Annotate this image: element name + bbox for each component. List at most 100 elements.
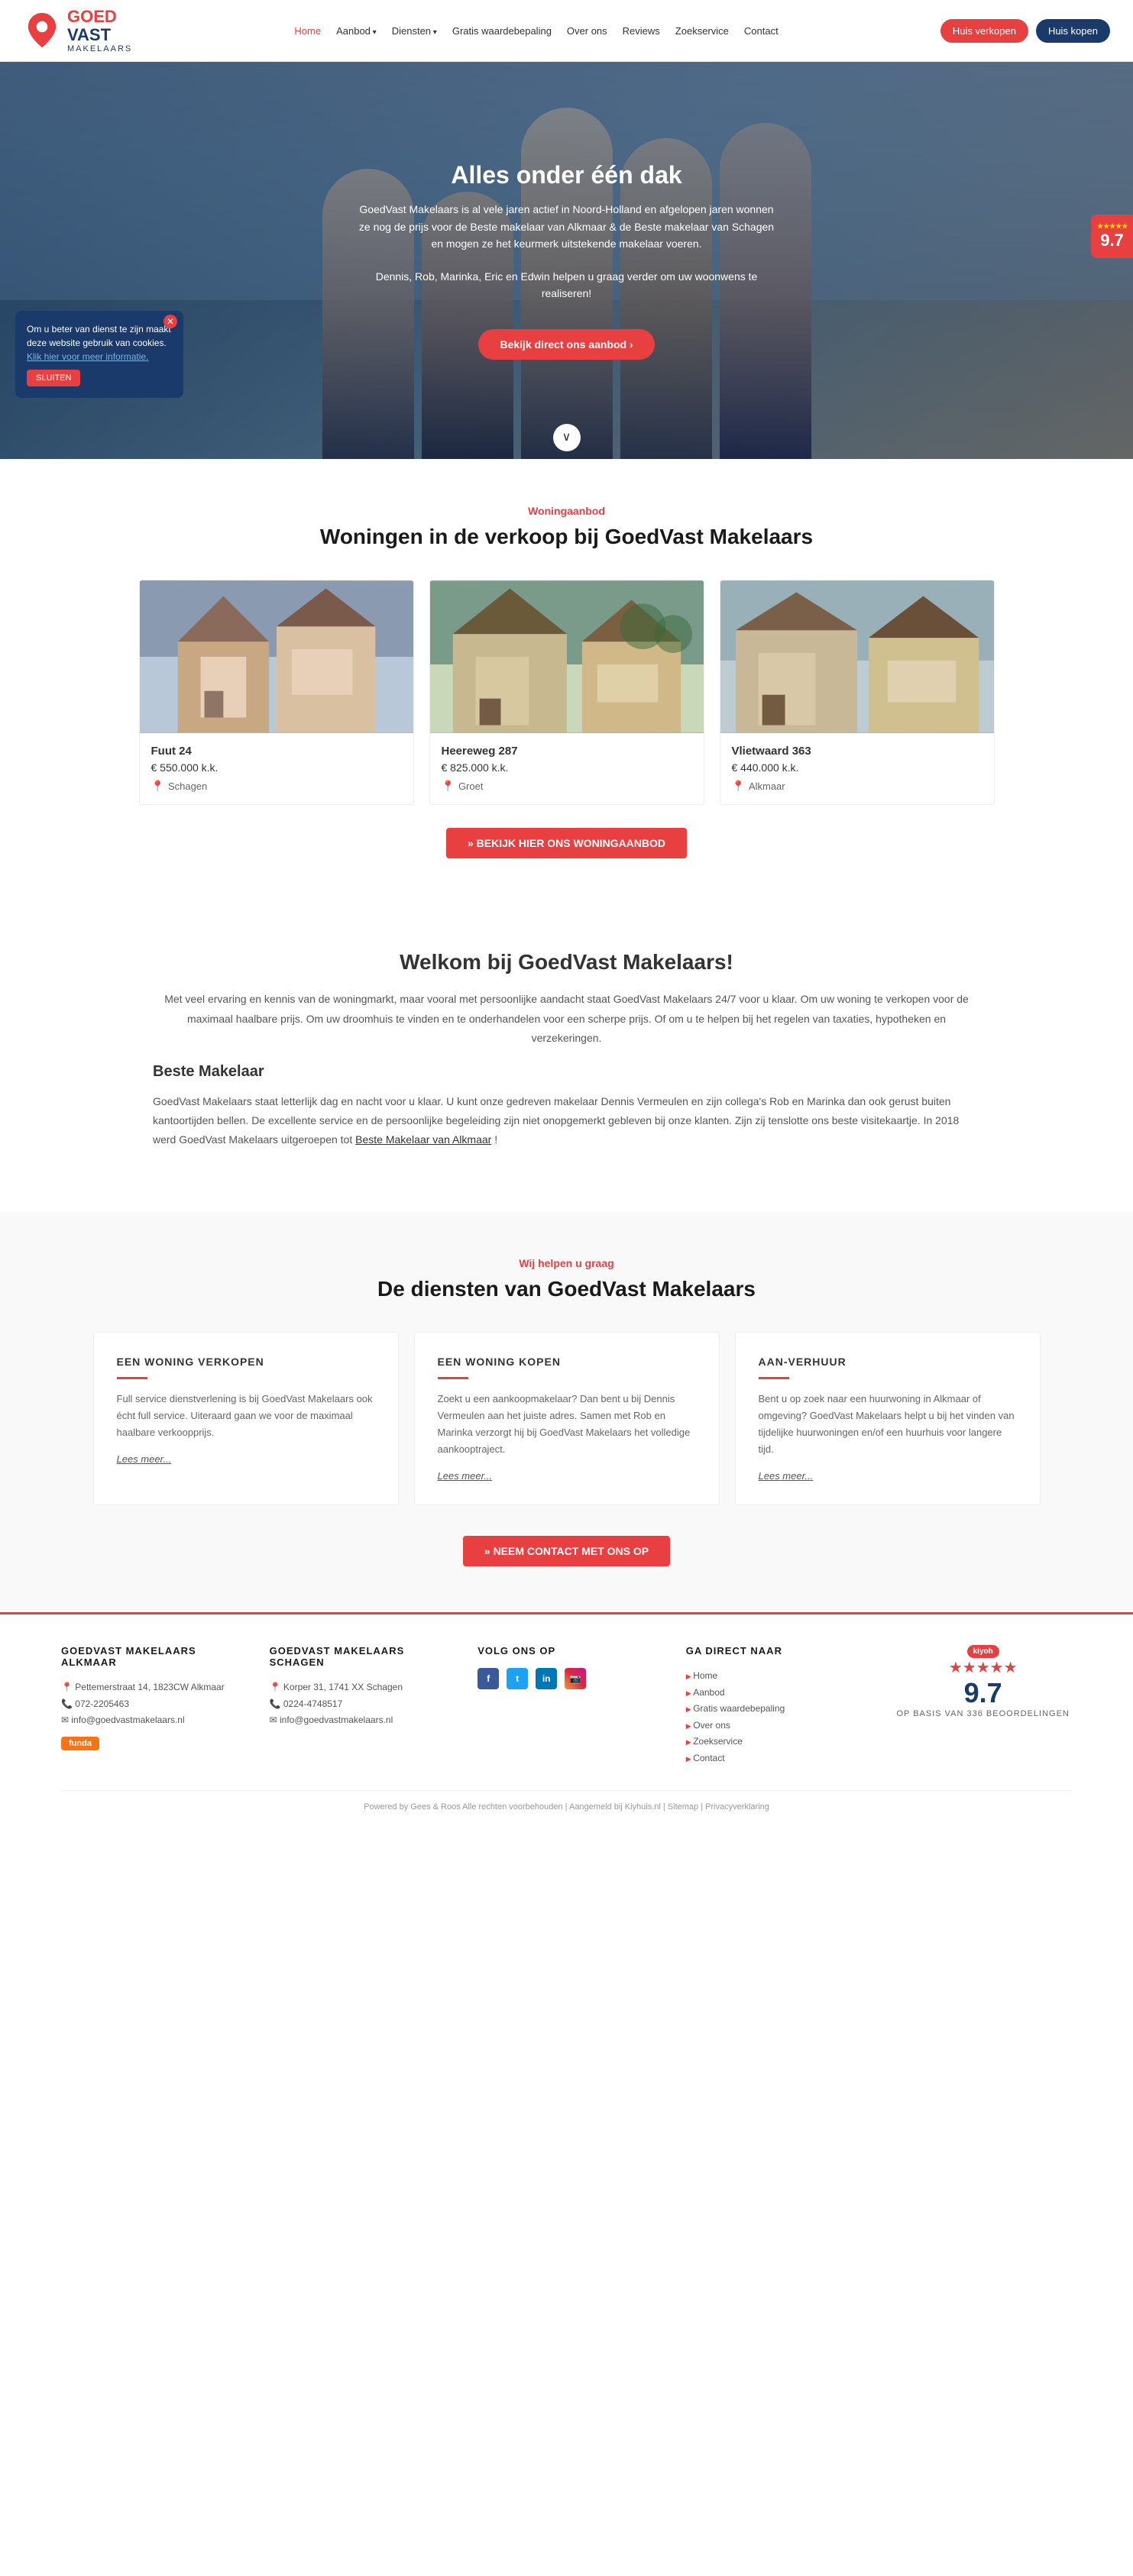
- footer-link-home[interactable]: Home: [686, 1668, 864, 1685]
- dienst-verhuur-link[interactable]: Lees meer...: [759, 1470, 814, 1482]
- footer-link-over-ons[interactable]: Over ons: [686, 1718, 864, 1734]
- contact-button[interactable]: » NEEM CONTACT MET ONS OP: [463, 1536, 670, 1566]
- footer-link-zoekservice[interactable]: Zoekservice: [686, 1734, 864, 1750]
- footer-bottom: Powered by Gees & Roos Alle rechten voor…: [61, 1790, 1072, 1812]
- diensten-title: De diensten van GoedVast Makelaars: [61, 1277, 1072, 1301]
- property-city-1: Schagen: [168, 781, 207, 792]
- footer-link-gratis[interactable]: Gratis waardebepaling: [686, 1701, 864, 1718]
- chevron-down-icon: ∨: [553, 424, 581, 451]
- dienst-verkopen-link[interactable]: Lees meer...: [117, 1453, 172, 1465]
- footer-alkmaar-title: GOEDVAST MAKELAARS ALKMAAR: [61, 1645, 239, 1668]
- footer-alkmaar-email[interactable]: ✉ info@goedvastmakelaars.nl: [61, 1712, 239, 1729]
- huis-verkopen-button[interactable]: Huis verkopen: [940, 19, 1028, 43]
- nav-home[interactable]: Home: [294, 25, 321, 37]
- diensten-label: Wij helpen u graag: [61, 1257, 1072, 1269]
- beste-makelaar-text: GoedVast Makelaars staat letterlijk dag …: [153, 1092, 980, 1150]
- dienst-kopen-text: Zoekt u een aankoopmakelaar? Dan bent u …: [438, 1391, 696, 1458]
- woningaanbod-label: Woningaanbod: [76, 505, 1057, 517]
- nav-reviews[interactable]: Reviews: [623, 25, 660, 37]
- dienst-card-kopen: EEN WONING KOPEN Zoekt u een aankoopmake…: [414, 1332, 720, 1505]
- facebook-button[interactable]: f: [477, 1668, 499, 1689]
- footer-rating-col: kiyoh ★★★★★ 9.7 OP BASIS VAN 336 BEOORDE…: [894, 1645, 1072, 1767]
- logo-makelaars: MAKELAARS: [67, 44, 132, 53]
- nav-diensten[interactable]: Diensten: [392, 25, 437, 37]
- dienst-card-verkopen: EEN WONING VERKOPEN Full service dienstv…: [93, 1332, 399, 1505]
- footer-link-aanbod[interactable]: Aanbod: [686, 1685, 864, 1702]
- dienst-verhuur-text: Bent u op zoek naar een huurwoning in Al…: [759, 1391, 1017, 1458]
- cookie-text: Om u beter van dienst te zijn maakt deze…: [27, 322, 172, 350]
- property-house-svg-2: [430, 580, 704, 733]
- footer-schagen: GOEDVAST MAKELAARS SCHAGEN 📍 Korper 31, …: [270, 1645, 448, 1767]
- footer-ga-title: GA DIRECT NAAR: [686, 1645, 864, 1656]
- kiyoh-badge: kiyoh: [894, 1645, 1072, 1658]
- rating-stars: ★★★★★: [1097, 222, 1127, 231]
- nav-zoekservice[interactable]: Zoekservice: [675, 25, 729, 37]
- property-info-2: Heereweg 287 € 825.000 k.k. 📍 Groet: [430, 733, 704, 804]
- hero-cta-button[interactable]: Bekijk direct ons aanbod ›: [478, 329, 654, 360]
- cookie-link[interactable]: Klik hier voor meer informatie.: [27, 351, 148, 362]
- property-city-2: Groet: [458, 781, 484, 792]
- logo-goed: GOED: [67, 8, 132, 26]
- address-pin-icon-2: 📍: [270, 1682, 281, 1692]
- hero-content: Alles onder één dak GoedVast Makelaars i…: [338, 146, 796, 375]
- property-price-1: € 550.000 k.k.: [151, 761, 402, 774]
- diensten-section: Wij helpen u graag De diensten van GoedV…: [0, 1211, 1133, 1612]
- dienst-divider-1: [117, 1377, 147, 1379]
- property-info-3: Vlietwaard 363 € 440.000 k.k. 📍 Alkmaar: [720, 733, 994, 804]
- property-price-3: € 440.000 k.k.: [732, 761, 982, 774]
- footer-schagen-email[interactable]: ✉ info@goedvastmakelaars.nl: [270, 1712, 448, 1729]
- beste-makelaar-link[interactable]: Beste Makelaar van Alkmaar: [355, 1133, 491, 1146]
- dienst-kopen-link[interactable]: Lees meer...: [438, 1470, 493, 1482]
- footer-schagen-phone[interactable]: 📞 0224-4748517: [270, 1696, 448, 1713]
- location-pin-icon-1: 📍: [151, 780, 164, 793]
- dienst-verhuur-title: AAN-VERHUUR: [759, 1356, 1017, 1368]
- nav-contact[interactable]: Contact: [744, 25, 779, 37]
- properties-grid: Fuut 24 € 550.000 k.k. 📍 Schagen: [76, 580, 1057, 805]
- site-footer: GOEDVAST MAKELAARS ALKMAAR 📍 Pettemerstr…: [0, 1612, 1133, 1827]
- footer-social-title: VOLG ONS OP: [477, 1645, 656, 1656]
- property-image-2: [430, 580, 704, 733]
- logo[interactable]: GOED VAST MAKELAARS: [23, 8, 132, 53]
- property-image-3: [720, 580, 994, 733]
- linkedin-button[interactable]: in: [536, 1668, 557, 1689]
- property-info-1: Fuut 24 € 550.000 k.k. 📍 Schagen: [140, 733, 413, 804]
- beste-makelaar-title: Beste Makelaar: [153, 1063, 980, 1081]
- property-card-1[interactable]: Fuut 24 € 550.000 k.k. 📍 Schagen: [139, 580, 414, 805]
- huis-kopen-button[interactable]: Huis kopen: [1036, 19, 1110, 43]
- nav-aanbod[interactable]: Aanbod: [336, 25, 377, 37]
- nav-over-ons[interactable]: Over ons: [567, 25, 607, 37]
- site-header: GOED VAST MAKELAARS Home Aanbod Diensten…: [0, 0, 1133, 62]
- cookie-sluiten-button[interactable]: SLUITEN: [27, 370, 80, 386]
- scroll-arrow[interactable]: ∨: [553, 424, 581, 451]
- rating-score: 9.7: [1097, 231, 1127, 250]
- welkom-section: Welkom bij GoedVast Makelaars! Met veel …: [0, 904, 1133, 1210]
- property-name-1: Fuut 24: [151, 745, 402, 758]
- dienst-kopen-title: EEN WONING KOPEN: [438, 1356, 696, 1368]
- cookie-close-button[interactable]: ✕: [163, 315, 177, 328]
- funda-logo: funda: [61, 1737, 99, 1750]
- nav-waardebepaling[interactable]: Gratis waardebepaling: [452, 25, 552, 37]
- hero-section: Alles onder één dak GoedVast Makelaars i…: [0, 62, 1133, 459]
- cookie-notice: ✕ Om u beter van dienst te zijn maakt de…: [15, 311, 183, 398]
- footer-alkmaar-phone[interactable]: 📞 072-2205463: [61, 1696, 239, 1713]
- property-card-3[interactable]: Vlietwaard 363 € 440.000 k.k. 📍 Alkmaar: [720, 580, 995, 805]
- property-name-2: Heereweg 287: [442, 745, 692, 758]
- instagram-button[interactable]: 📷: [565, 1668, 586, 1689]
- logo-pin-icon: [23, 11, 61, 50]
- footer-link-contact[interactable]: Contact: [686, 1750, 864, 1767]
- property-location-3: 📍 Alkmaar: [732, 780, 982, 793]
- property-image-1: [140, 580, 413, 733]
- address-pin-icon: 📍: [61, 1682, 73, 1692]
- woningaanbod-section: Woningaanbod Woningen in de verkoop bij …: [0, 459, 1133, 904]
- hero-text: GoedVast Makelaars is al vele jaren acti…: [353, 201, 781, 252]
- hero-title: Alles onder één dak: [353, 161, 781, 189]
- property-price-2: € 825.000 k.k.: [442, 761, 692, 774]
- property-house-svg-1: [140, 580, 413, 733]
- twitter-button[interactable]: t: [507, 1668, 528, 1689]
- property-name-3: Vlietwaard 363: [732, 745, 982, 758]
- footer-basis-text: OP BASIS VAN 336 BEOORDELINGEN: [894, 1709, 1072, 1718]
- property-card-2[interactable]: Heereweg 287 € 825.000 k.k. 📍 Groet: [429, 580, 704, 805]
- woningaanbod-button[interactable]: » BEKIJK HIER ONS WONINGAANBOD: [446, 828, 687, 858]
- location-pin-icon-3: 📍: [732, 780, 745, 793]
- header-buttons: Huis verkopen Huis kopen: [940, 19, 1110, 43]
